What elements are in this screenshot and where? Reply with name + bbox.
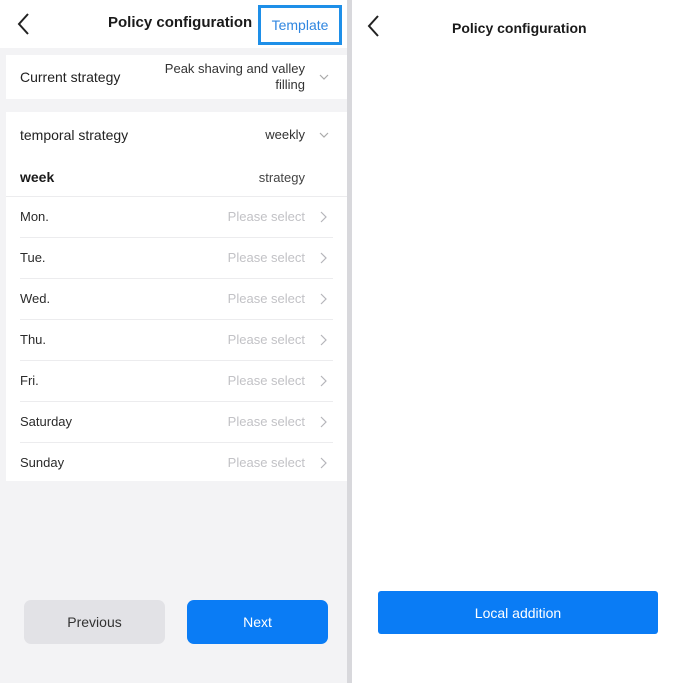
day-row-tue[interactable]: Tue. Please select <box>6 238 347 279</box>
current-strategy-row[interactable]: Current strategy Peak shaving and valley… <box>6 55 347 99</box>
page-title: Policy configuration <box>452 20 587 36</box>
chevron-right-icon <box>320 457 327 469</box>
page-title: Policy configuration <box>108 14 253 31</box>
day-strategy-value: Please select <box>227 332 305 347</box>
current-strategy-value-line2: filling <box>275 77 305 92</box>
chevron-right-icon <box>320 211 327 223</box>
chevron-down-icon <box>319 74 329 80</box>
temporal-strategy-value: weekly <box>265 127 305 142</box>
day-name: Saturday <box>20 414 73 429</box>
day-row-thu[interactable]: Thu. Please select <box>6 320 347 361</box>
temporal-strategy-label: temporal strategy <box>20 127 129 143</box>
chevron-down-icon <box>319 132 329 138</box>
local-addition-button[interactable]: Local addition <box>378 591 658 634</box>
right-navbar: Policy configuration <box>352 0 676 48</box>
current-strategy-value-line1: Peak shaving and valley <box>164 61 305 76</box>
chevron-right-icon <box>320 252 327 264</box>
day-strategy-value: Please select <box>227 455 305 470</box>
day-name: Fri. <box>20 373 39 388</box>
day-row-sunday[interactable]: Sunday Please select <box>6 443 347 484</box>
week-column-header: week <box>20 169 55 185</box>
left-screen: Policy configuration Template Current st… <box>0 0 347 683</box>
day-strategy-value: Please select <box>227 209 305 224</box>
current-strategy-value: Peak shaving and valley filling <box>165 61 305 93</box>
temporal-strategy-row[interactable]: temporal strategy weekly <box>6 112 347 157</box>
day-name: Sunday <box>20 455 65 470</box>
template-button[interactable]: Template <box>258 5 342 45</box>
chevron-right-icon <box>320 293 327 305</box>
day-name: Tue. <box>20 250 46 265</box>
previous-button[interactable]: Previous <box>24 600 165 644</box>
next-button[interactable]: Next <box>187 600 328 644</box>
day-strategy-value: Please select <box>227 414 305 429</box>
back-icon[interactable] <box>366 14 380 38</box>
strategy-column-header: strategy <box>258 170 305 185</box>
day-row-saturday[interactable]: Saturday Please select <box>6 402 347 443</box>
table-header: week strategy <box>6 157 347 197</box>
day-name: Wed. <box>20 291 51 306</box>
chevron-right-icon <box>320 416 327 428</box>
day-name: Thu. <box>20 332 47 347</box>
chevron-right-icon <box>320 375 327 387</box>
current-strategy-label: Current strategy <box>20 69 121 85</box>
day-name: Mon. <box>20 209 49 224</box>
week-strategy-table: week strategy Mon. Please select Tue. Pl… <box>6 157 347 481</box>
day-strategy-value: Please select <box>227 373 305 388</box>
day-strategy-value: Please select <box>227 250 305 265</box>
chevron-right-icon <box>320 334 327 346</box>
day-strategy-value: Please select <box>227 291 305 306</box>
day-row-mon[interactable]: Mon. Please select <box>6 197 347 238</box>
back-icon[interactable] <box>16 12 30 36</box>
left-navbar: Policy configuration Template <box>0 0 347 48</box>
day-row-fri[interactable]: Fri. Please select <box>6 361 347 402</box>
right-screen: Policy configuration Local addition <box>352 0 676 683</box>
day-row-wed[interactable]: Wed. Please select <box>6 279 347 320</box>
